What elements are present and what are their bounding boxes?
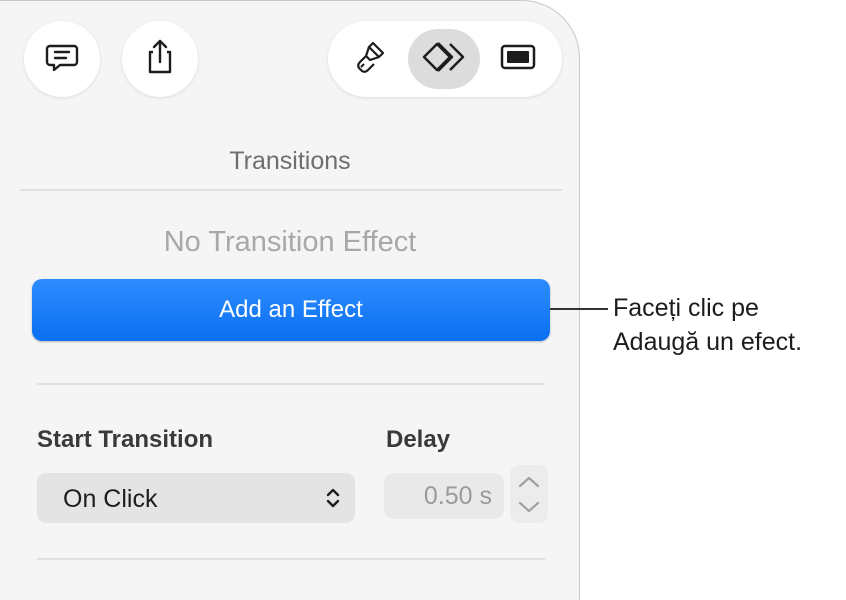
tab-format[interactable] (340, 29, 400, 89)
share-icon (142, 37, 178, 82)
start-transition-select[interactable]: On Click (37, 473, 355, 523)
comment-button[interactable] (24, 21, 100, 97)
empty-state-text: No Transition Effect (163, 226, 417, 258)
chevron-down-icon[interactable] (517, 500, 541, 519)
tab-animate[interactable] (408, 29, 480, 89)
delay-value: 0.50 s (423, 482, 492, 510)
start-transition-label: Start Transition (37, 426, 214, 453)
animate-diamonds-icon (419, 39, 469, 80)
callout-line (550, 308, 608, 310)
add-effect-button[interactable]: Add an Effect (32, 279, 550, 341)
divider (20, 189, 562, 191)
callout-text: Faceți clic pe Adaugă un efect. (613, 291, 802, 359)
chevron-up-down-icon (325, 486, 341, 515)
start-transition-value: On Click (63, 485, 158, 513)
tab-document[interactable] (488, 29, 548, 89)
delay-input[interactable]: 0.50 s (384, 473, 504, 519)
paintbrush-icon (353, 39, 387, 80)
delay-label: Delay (386, 426, 451, 453)
callout-line-1: Faceți clic pe (613, 294, 759, 322)
share-button[interactable] (122, 21, 198, 97)
callout-line-2: Adaugă un efect. (613, 328, 803, 356)
delay-stepper[interactable] (510, 465, 548, 523)
divider (37, 558, 545, 560)
chevron-up-icon[interactable] (517, 475, 541, 494)
comment-icon (44, 39, 80, 80)
inspector-tab-group (328, 21, 562, 97)
section-title: Transitions (229, 147, 351, 175)
divider (37, 383, 545, 385)
inspector-panel: Transitions No Transition Effect Add an … (0, 0, 580, 600)
document-icon (499, 42, 537, 77)
add-effect-label: Add an Effect (219, 296, 363, 323)
